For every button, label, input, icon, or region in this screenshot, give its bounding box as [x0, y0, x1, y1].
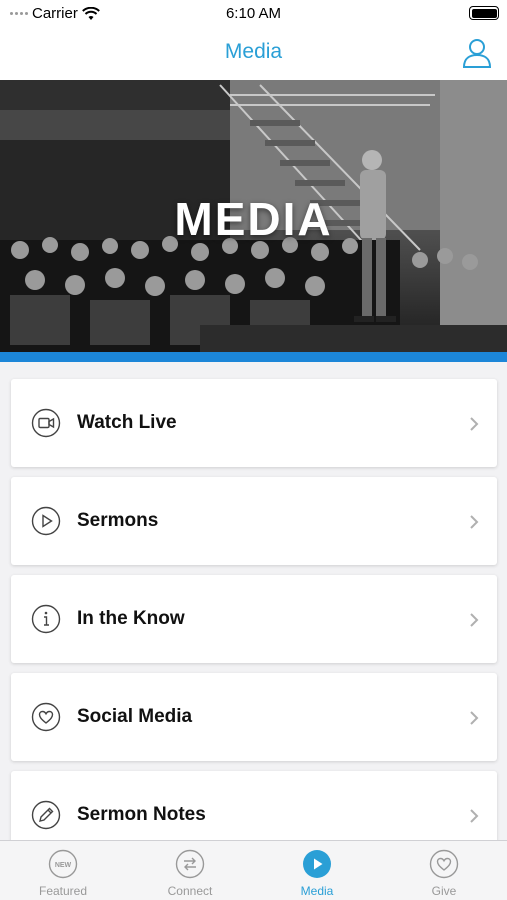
tab-label: Connect — [167, 884, 213, 898]
menu-item-label: Sermons — [77, 510, 159, 531]
tab-connect[interactable]: Connect — [127, 841, 253, 900]
play-icon — [303, 850, 331, 878]
tab-label: Give — [431, 884, 457, 898]
new-badge-text: NEW — [55, 862, 72, 869]
menu-item-label: In the Know — [77, 608, 185, 629]
menu-item-social-media[interactable]: Social Media — [11, 673, 497, 761]
battery-icon — [469, 6, 499, 20]
chevron-right-icon — [470, 809, 479, 823]
menu-item-in-the-know[interactable]: In the Know — [11, 575, 497, 663]
tab-label: Media — [300, 884, 334, 898]
arrows-exchange-icon — [175, 849, 205, 879]
hero-title: MEDIA — [174, 193, 333, 245]
video-camera-icon — [31, 408, 61, 438]
menu-item-watch-live[interactable]: Watch Live — [11, 379, 497, 467]
menu-item-label: Social Media — [77, 706, 193, 727]
chevron-right-icon — [470, 711, 479, 725]
heart-icon — [31, 702, 61, 732]
media-menu-list: Watch Live Sermons In the Know Social Me… — [0, 362, 507, 840]
page-title: Media — [224, 40, 283, 63]
tab-label: Featured — [38, 884, 88, 898]
menu-item-sermon-notes[interactable]: Sermon Notes — [11, 771, 497, 840]
play-icon — [31, 506, 61, 536]
menu-item-label: Sermon Notes — [77, 804, 206, 825]
chevron-right-icon — [470, 417, 479, 431]
status-time: 6:10 AM — [225, 5, 282, 22]
menu-item-sermons[interactable]: Sermons — [11, 477, 497, 565]
tab-give[interactable]: Give — [381, 841, 507, 900]
tab-media[interactable]: Media — [254, 841, 380, 900]
tab-bar: NEW Featured Connect Media Give — [0, 840, 507, 900]
menu-item-label: Watch Live — [77, 412, 177, 433]
info-icon — [31, 604, 61, 634]
hero-accent-bar — [0, 352, 507, 362]
tab-featured[interactable]: NEW Featured — [0, 841, 126, 900]
hero-banner: MEDIA — [0, 80, 507, 352]
profile-icon[interactable] — [461, 37, 493, 69]
pencil-icon — [31, 800, 61, 830]
heart-icon — [429, 849, 459, 879]
status-bar: Carrier 6:10 AM — [0, 0, 507, 28]
chevron-right-icon — [470, 515, 479, 529]
chevron-right-icon — [470, 613, 479, 627]
nav-bar: Media — [0, 28, 507, 80]
new-badge-icon: NEW — [48, 849, 78, 879]
